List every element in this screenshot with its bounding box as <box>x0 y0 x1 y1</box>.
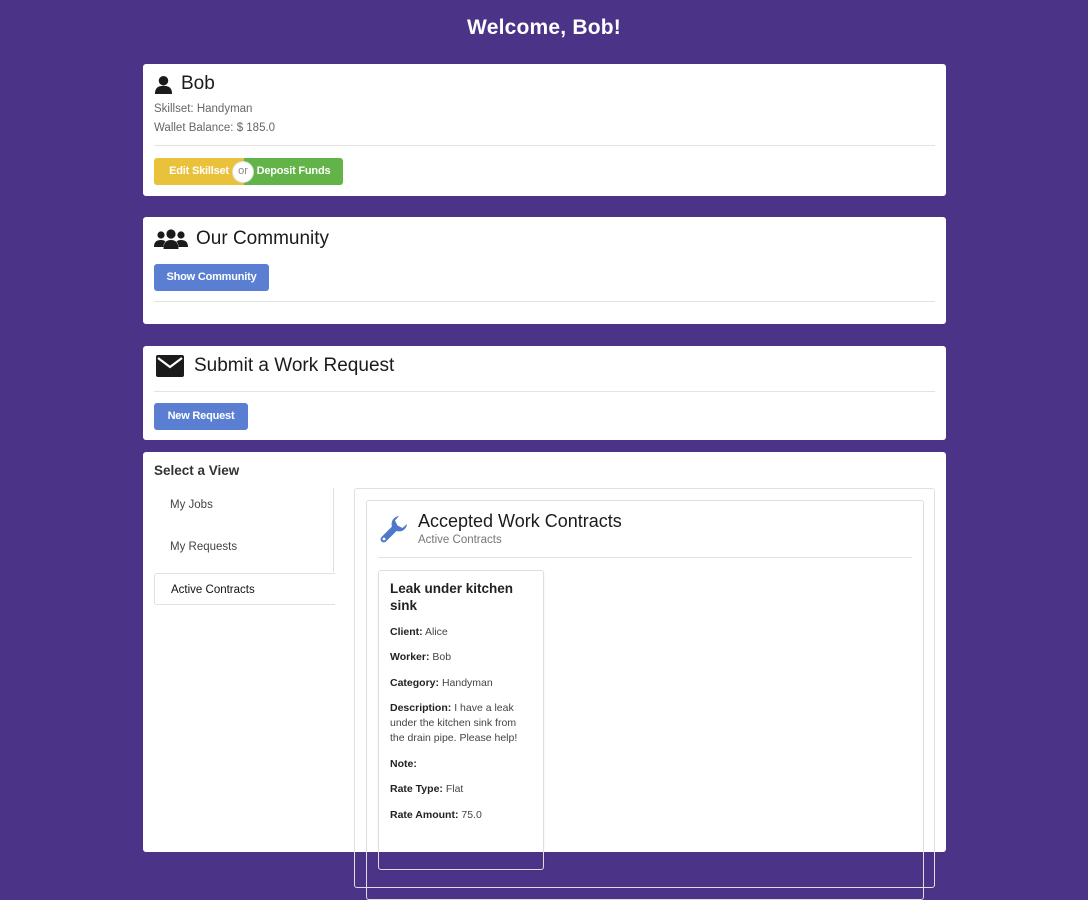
rate-amount-label: Rate Amount: <box>390 809 459 821</box>
job-description: Description: I have a leak under the kit… <box>390 701 530 746</box>
user-icon <box>154 75 173 94</box>
skillset-value: Handyman <box>196 103 253 115</box>
profile-card: Bob Skillset: Handyman Wallet Balance: $… <box>143 64 946 196</box>
work-request-divider <box>154 391 935 392</box>
users-icon <box>154 229 188 249</box>
rate-type-value: Flat <box>445 783 464 795</box>
category-label: Category: <box>390 677 440 689</box>
contracts-subtitle: Active Contracts <box>418 534 502 546</box>
deposit-funds-button[interactable]: Deposit Funds <box>244 158 343 185</box>
skillset-line: Skillset: Handyman <box>154 103 252 115</box>
work-request-title: Submit a Work Request <box>194 355 395 376</box>
envelope-icon <box>156 355 184 377</box>
community-divider <box>154 301 935 302</box>
description-label: Description: <box>390 702 452 714</box>
rate-type-label: Rate Type: <box>390 783 443 795</box>
rate-amount-value: 75.0 <box>461 809 482 821</box>
views-card: Select a View My Jobs My Requests Active… <box>143 452 946 900</box>
worker-label: Worker: <box>390 651 430 663</box>
menu-item-my-requests[interactable]: My Requests <box>154 531 334 563</box>
community-card: Our Community Show Community <box>143 217 946 324</box>
client-label: Client: <box>390 626 423 638</box>
job-note: Note: <box>390 757 530 772</box>
select-view-label: Select a View <box>154 463 240 478</box>
client-value: Alice <box>425 626 448 638</box>
profile-header: Bob <box>154 73 215 95</box>
new-request-button[interactable]: New Request <box>154 403 248 430</box>
profile-divider <box>154 145 935 146</box>
or-divider: or <box>233 162 253 182</box>
job-rate-amount: Rate Amount: 75.0 <box>390 808 530 823</box>
work-request-header: Submit a Work Request <box>154 355 394 377</box>
page-title: Welcome, Bob! <box>467 16 621 39</box>
work-request-card: Submit a Work Request New Request <box>143 346 946 440</box>
contracts-segment: Accepted Work Contracts Active Contracts… <box>366 500 924 900</box>
job-rate-type: Rate Type: Flat <box>390 782 530 797</box>
menu-item-active-contracts[interactable]: Active Contracts <box>154 573 335 605</box>
edit-skillset-button[interactable]: Edit Skillset <box>154 158 244 185</box>
community-title: Our Community <box>196 228 330 249</box>
menu-item-my-jobs[interactable]: My Jobs <box>154 489 334 521</box>
job-title: Leak under kitchen sink <box>390 581 514 613</box>
category-value: Handyman <box>441 677 493 689</box>
job-worker: Worker: Bob <box>390 650 530 665</box>
contracts-panel: Accepted Work Contracts Active Contracts… <box>354 488 935 900</box>
contracts-divider <box>378 557 912 558</box>
skillset-label: Skillset: <box>154 103 194 115</box>
wallet-line: Wallet Balance: $ 185.0 <box>154 122 275 134</box>
community-header: Our Community <box>154 228 329 250</box>
job-client: Client: Alice <box>390 625 530 640</box>
note-label: Note: <box>390 758 417 770</box>
worker-value: Bob <box>432 651 452 663</box>
show-community-button[interactable]: Show Community <box>154 264 269 291</box>
wallet-value: $ 185.0 <box>236 122 276 134</box>
contracts-title: Accepted Work Contracts <box>418 511 622 531</box>
wallet-label: Wallet Balance: <box>154 122 234 134</box>
profile-name: Bob <box>181 73 215 94</box>
wrench-icon <box>379 514 409 549</box>
job-card[interactable]: Leak under kitchen sink Client: Alice Wo… <box>378 570 544 870</box>
job-category: Category: Handyman <box>390 676 530 691</box>
